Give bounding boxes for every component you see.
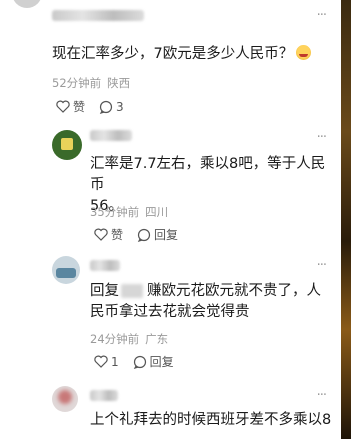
- location: 四川: [145, 205, 169, 219]
- mentioned-user[interactable]: [121, 284, 143, 298]
- comment-bubble-icon: [133, 355, 146, 369]
- more-options-icon[interactable]: ···: [317, 8, 327, 23]
- comment-meta: 52分钟前 陕西: [52, 75, 136, 91]
- like-label: 赞: [111, 228, 124, 242]
- avatar[interactable]: [52, 386, 78, 412]
- avatar[interactable]: [12, 0, 42, 8]
- location: 广东: [145, 332, 169, 346]
- heart-icon: [56, 100, 70, 113]
- reply-button[interactable]: 3: [99, 100, 124, 114]
- comment-3: ··· 回复 赚欧元花欧元就不贵了，人 民币拿过去花就会觉得贵 24分钟前 广东 1…: [0, 250, 338, 380]
- comment-actions: 赞 回复: [94, 226, 192, 243]
- comment-4: ··· 上个礼拜去的时候西班牙差不多乘以8: [0, 380, 338, 439]
- timestamp: 35分钟前: [90, 205, 140, 219]
- reply-count: 3: [116, 99, 124, 114]
- reply-label: 回复: [149, 355, 174, 369]
- comment-bubble-icon: [137, 228, 151, 242]
- comment-text: 上个礼拜去的时候西班牙差不多乘以8: [90, 412, 332, 428]
- comment-actions: 赞 3: [56, 98, 138, 115]
- comment-meta: 24分钟前 广东: [90, 331, 174, 347]
- reply-prefix: 回复: [90, 283, 119, 299]
- more-options-icon[interactable]: ···: [317, 388, 327, 403]
- location: 陕西: [107, 76, 131, 90]
- comment-bubble-icon: [99, 100, 113, 114]
- background-image-edge: [341, 0, 351, 439]
- more-options-icon[interactable]: ···: [317, 258, 327, 273]
- timestamp: 24分钟前: [90, 332, 140, 346]
- comment-2: ··· 汇率是7.7左右，乘以8吧，等于人民币 56。 35分钟前 四川 赞 回复: [0, 120, 338, 250]
- username[interactable]: [90, 260, 120, 271]
- username[interactable]: [90, 390, 118, 401]
- more-options-icon[interactable]: ···: [317, 130, 327, 145]
- avatar[interactable]: [52, 130, 82, 160]
- timestamp: 52分钟前: [52, 76, 102, 90]
- like-button[interactable]: 赞: [94, 226, 123, 243]
- comment-text: 现在汇率多少，7欧元是多少人民币？: [52, 44, 312, 65]
- like-button[interactable]: 赞: [56, 98, 85, 115]
- reply-button[interactable]: 回复: [133, 353, 174, 370]
- heart-icon: [94, 355, 108, 368]
- comment-1: ··· 现在汇率多少，7欧元是多少人民币？ 52分钟前 陕西 赞 3: [0, 0, 338, 120]
- like-button[interactable]: 1: [94, 355, 119, 369]
- like-label: 赞: [73, 100, 86, 114]
- emoji-icon: [296, 45, 312, 60]
- username[interactable]: [90, 130, 132, 141]
- avatar[interactable]: [52, 256, 80, 284]
- comment-meta: 35分钟前 四川: [90, 204, 174, 220]
- like-count: 1: [111, 354, 119, 369]
- comment-actions: 1 回复: [94, 353, 188, 370]
- reply-label: 回复: [154, 228, 179, 242]
- reply-button[interactable]: 回复: [137, 226, 178, 243]
- username[interactable]: [52, 10, 144, 21]
- comment-text: 回复 赚欧元花欧元就不贵了，人 民币拿过去花就会觉得贵: [90, 283, 321, 320]
- heart-icon: [94, 228, 108, 241]
